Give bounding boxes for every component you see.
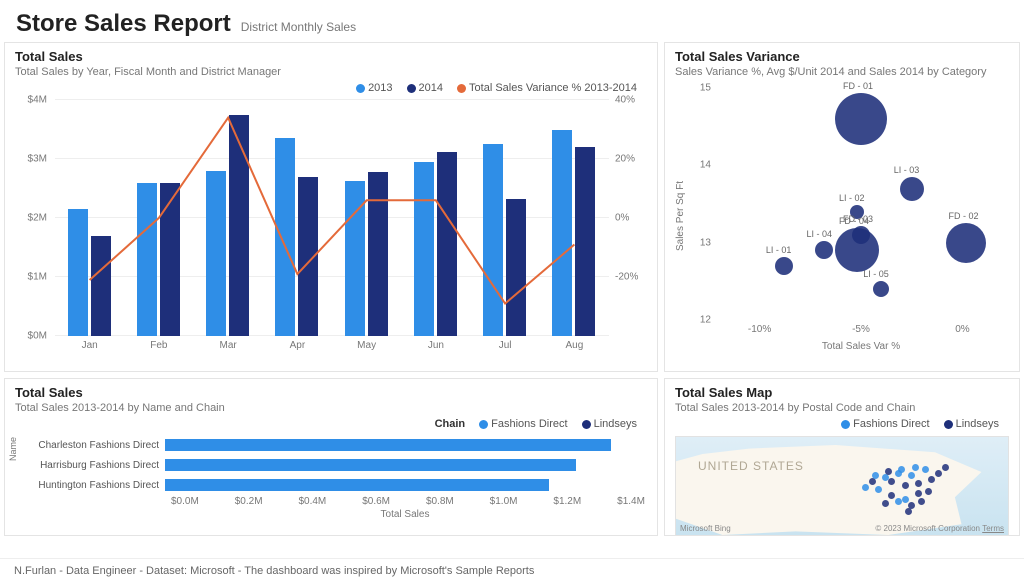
variance-bubble[interactable] bbox=[900, 177, 924, 201]
variance-bubble[interactable] bbox=[775, 257, 793, 275]
variance-title: Total Sales Variance bbox=[675, 49, 1009, 64]
map-dot[interactable] bbox=[905, 508, 912, 515]
total-sales-title: Total Sales bbox=[15, 49, 647, 64]
variance-bubble[interactable] bbox=[946, 223, 986, 263]
map-dot[interactable] bbox=[902, 482, 909, 489]
hbar-chart[interactable]: Name Charleston Fashions DirectHarrisbur… bbox=[15, 436, 645, 526]
hbar-bar[interactable] bbox=[165, 459, 576, 471]
variance-bubble-label: LI - 03 bbox=[894, 165, 920, 175]
variance-bubble-label: FD - 01 bbox=[843, 81, 873, 91]
map-subtitle: Total Sales 2013-2014 by Postal Code and… bbox=[675, 402, 1009, 414]
hbar-title: Total Sales bbox=[15, 385, 647, 400]
map-dot[interactable] bbox=[902, 496, 909, 503]
hbar-label: Huntington Fashions Direct bbox=[15, 480, 165, 491]
hbar-legend: Chain Fashions Direct Lindseys bbox=[15, 418, 637, 430]
combo-chart[interactable]: $0M$1M$2M$3M$4M-20%0%20%40%JanFebMarAprM… bbox=[15, 100, 645, 358]
hbar-xlabel: Total Sales bbox=[165, 509, 645, 520]
variance-bubble[interactable] bbox=[835, 93, 887, 145]
combo-legend: 2013 2014 Total Sales Variance % 2013-20… bbox=[15, 82, 637, 94]
hbar-ylabel: Name bbox=[8, 437, 18, 461]
hbar-bar[interactable] bbox=[165, 479, 549, 491]
variance-card: Total Sales Variance Sales Variance %, A… bbox=[664, 42, 1020, 372]
hbar-bar[interactable] bbox=[165, 439, 611, 451]
map-legend: Fashions Direct Lindseys bbox=[675, 418, 999, 430]
hbar-label: Harrisburg Fashions Direct bbox=[15, 460, 165, 471]
variance-subtitle: Sales Variance %, Avg $/Unit 2014 and Sa… bbox=[675, 66, 1009, 78]
variance-bubble[interactable] bbox=[873, 281, 889, 297]
total-sales-subtitle: Total Sales by Year, Fiscal Month and Di… bbox=[15, 66, 647, 78]
map-country-label: UNITED STATES bbox=[698, 459, 804, 473]
map-bing-attrib: Microsoft Bing bbox=[680, 524, 731, 533]
variance-bubble-label: LI - 02 bbox=[839, 193, 865, 203]
variance-chart[interactable]: Sales Per Sq Ft Total Sales Var % FD - 0… bbox=[675, 82, 1011, 350]
total-sales-card: Total Sales Total Sales by Year, Fiscal … bbox=[4, 42, 658, 372]
map-terms-link[interactable]: Terms bbox=[982, 524, 1004, 533]
map-dot[interactable] bbox=[862, 484, 869, 491]
map-dot[interactable] bbox=[869, 478, 876, 485]
map-dot[interactable] bbox=[925, 488, 932, 495]
variance-bubble-label: LI - 05 bbox=[863, 269, 889, 279]
map-dot[interactable] bbox=[882, 500, 889, 507]
hbar-label: Charleston Fashions Direct bbox=[15, 440, 165, 451]
map-chart[interactable]: UNITED STATES Microsoft Bing © 2023 Micr… bbox=[675, 436, 1009, 536]
variance-bubble-label: LI - 01 bbox=[766, 245, 792, 255]
map-ms-attrib: © 2023 Microsoft Corporation Terms bbox=[875, 524, 1004, 533]
page-title: Store Sales Report bbox=[16, 10, 231, 38]
variance-bubble-label: LI - 04 bbox=[806, 229, 832, 239]
map-dot[interactable] bbox=[895, 498, 902, 505]
page-subtitle: District Monthly Sales bbox=[241, 20, 356, 34]
map-card: Total Sales Map Total Sales 2013-2014 by… bbox=[664, 378, 1020, 536]
footer-text: N.Furlan - Data Engineer - Dataset: Micr… bbox=[0, 558, 1024, 583]
variance-bubble-label: FD - 04 bbox=[839, 216, 869, 226]
hbar-subtitle: Total Sales 2013-2014 by Name and Chain bbox=[15, 402, 647, 414]
variance-bubble[interactable] bbox=[815, 241, 833, 259]
variance-bubble-label: FD - 02 bbox=[948, 211, 978, 221]
map-title: Total Sales Map bbox=[675, 385, 1009, 400]
variance-xlabel: Total Sales Var % bbox=[719, 341, 1003, 352]
variance-bubble[interactable] bbox=[835, 228, 879, 272]
hbar-card: Total Sales Total Sales 2013-2014 by Nam… bbox=[4, 378, 658, 536]
map-dot[interactable] bbox=[915, 490, 922, 497]
